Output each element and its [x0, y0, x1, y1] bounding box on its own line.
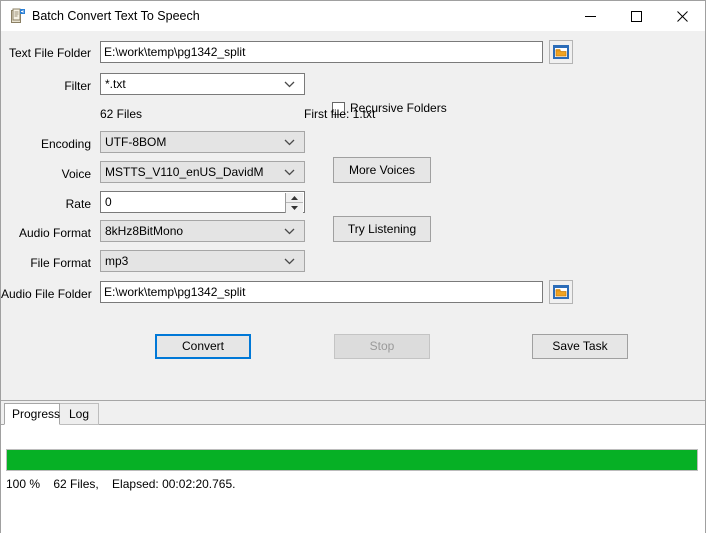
folder-open-icon — [553, 44, 569, 60]
convert-button[interactable]: Convert — [155, 334, 251, 359]
rate-value: 0 — [105, 192, 112, 212]
stop-button[interactable]: Stop — [334, 334, 430, 359]
minimize-icon[interactable] — [567, 1, 613, 31]
file-count-text: 62 Files — [100, 107, 142, 121]
encoding-combobox[interactable]: UTF-8BOM — [100, 131, 305, 153]
audio-file-folder-label: Audio File Folder — [1, 287, 91, 301]
tab-strip: Progress Log — [1, 403, 705, 425]
folder-open-icon — [553, 284, 569, 300]
audio-file-folder-browse-button[interactable] — [549, 280, 573, 304]
audio-format-value: 8kHz8BitMono — [105, 221, 183, 241]
try-listening-button[interactable]: Try Listening — [333, 216, 431, 242]
text-to-speech-document-icon — [10, 8, 26, 24]
progress-bar — [6, 449, 698, 471]
voice-value: MSTTS_V110_enUS_DavidM — [105, 162, 264, 182]
window-title: Batch Convert Text To Speech — [32, 8, 200, 24]
file-format-label: File Format — [1, 256, 91, 270]
chevron-down-icon — [284, 132, 298, 152]
more-voices-button[interactable]: More Voices — [333, 157, 431, 183]
spinner-down-icon[interactable] — [286, 203, 303, 213]
title-bar: Batch Convert Text To Speech — [1, 1, 705, 31]
text-file-folder-browse-button[interactable] — [549, 40, 573, 64]
rate-spinner[interactable]: 0 — [100, 191, 305, 213]
tab-progress[interactable]: Progress — [4, 403, 60, 425]
progress-panel: 100 % 62 Files, Elapsed: 00:02:20.765. — [1, 424, 705, 533]
filter-combobox[interactable]: *.txt — [100, 73, 305, 95]
voice-label: Voice — [1, 167, 91, 181]
encoding-value: UTF-8BOM — [105, 132, 166, 152]
progress-bar-fill — [7, 450, 697, 470]
progress-status-text: 100 % 62 Files, Elapsed: 00:02:20.765. — [6, 477, 235, 491]
chevron-down-icon — [284, 162, 298, 182]
text-file-folder-label: Text File Folder — [1, 46, 91, 60]
save-task-button[interactable]: Save Task — [532, 334, 628, 359]
spinner-buttons[interactable] — [285, 193, 303, 213]
application-window: Batch Convert Text To Speech Text File F… — [0, 0, 706, 533]
filter-label: Filter — [1, 79, 91, 93]
maximize-icon[interactable] — [613, 1, 659, 31]
chevron-down-icon — [284, 74, 298, 94]
spinner-up-icon[interactable] — [286, 193, 303, 203]
audio-file-folder-input[interactable] — [100, 281, 543, 303]
rate-label: Rate — [1, 197, 91, 211]
chevron-down-icon — [284, 221, 298, 241]
audio-format-label: Audio Format — [1, 226, 91, 240]
audio-format-combobox[interactable]: 8kHz8BitMono — [100, 220, 305, 242]
file-format-value: mp3 — [105, 251, 128, 271]
close-icon[interactable] — [659, 1, 705, 31]
encoding-label: Encoding — [1, 137, 91, 151]
filter-value: *.txt — [105, 74, 126, 94]
settings-form-panel: Text File Folder Filter *.txt Recurs — [1, 31, 705, 401]
chevron-down-icon — [284, 251, 298, 271]
file-format-combobox[interactable]: mp3 — [100, 250, 305, 272]
voice-combobox[interactable]: MSTTS_V110_enUS_DavidM — [100, 161, 305, 183]
tab-log[interactable]: Log — [59, 403, 99, 425]
first-file-text: First file: 1.txt — [304, 107, 375, 121]
text-file-folder-input[interactable] — [100, 41, 543, 63]
